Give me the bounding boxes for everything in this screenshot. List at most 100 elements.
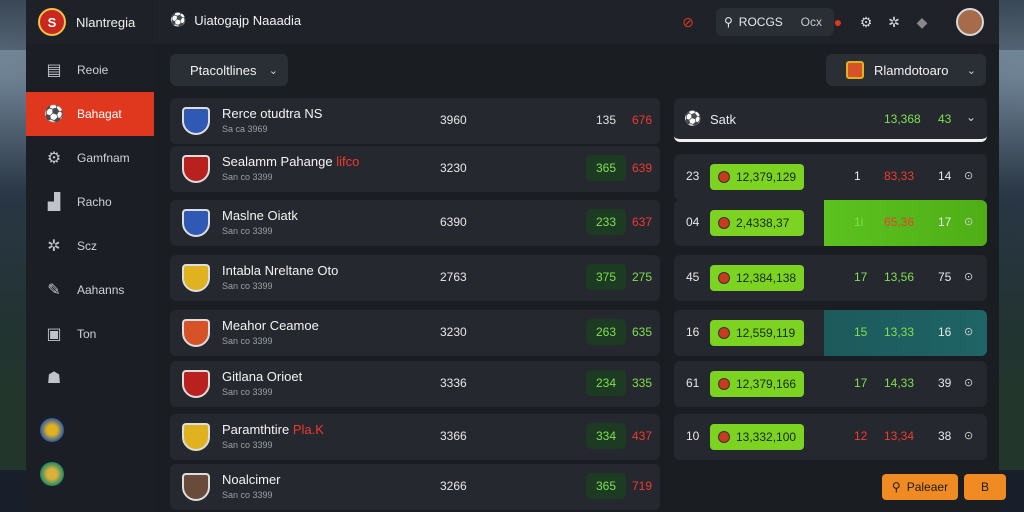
info-icon[interactable]: ⊙ (964, 429, 973, 442)
odd-home-button[interactable]: 233 (586, 209, 626, 235)
stats-pill-button[interactable]: 12,384,138 (710, 265, 804, 291)
sidebar-item-reoie[interactable]: ▤ Reoie (26, 48, 154, 92)
team-crest-icon (182, 155, 210, 183)
sidebar-item-racho[interactable]: ▟ Racho (26, 180, 154, 224)
sidebar-item-gamfnam[interactable]: ⚙ Gamfnam (26, 136, 154, 180)
info-icon[interactable]: ⊙ (964, 169, 973, 182)
trash-icon: ▣ (46, 326, 62, 343)
match-meta: San co 3399 (222, 172, 273, 182)
sidebar-item-label: Bahagat (77, 107, 122, 121)
right-filter-dropdown[interactable]: Rlamdotoaro ⌄ (826, 54, 986, 86)
stats-row[interactable]: 16 12,559,119 15 13,33 16 ⊙ (674, 310, 987, 356)
odd-away-button[interactable]: 676 (632, 113, 652, 127)
team-crest-icon (182, 107, 210, 135)
stats-pill-button[interactable]: 12,379,129 (710, 164, 804, 190)
notification-icon[interactable]: ● (828, 12, 848, 32)
stats-pill-value: 2,4338,37 (736, 216, 790, 230)
odd-away-button[interactable]: 437 (632, 429, 652, 443)
stats-pill-button[interactable]: 2,4338,37 (710, 210, 804, 236)
odd-home-button[interactable]: 234 (586, 370, 626, 396)
stats-rank: 45 (686, 270, 700, 284)
info-icon[interactable]: ⊙ (964, 376, 973, 389)
match-row[interactable]: Noalcimer San co 3399 3266 365 719 (170, 464, 660, 510)
odd-home-button[interactable]: 135 (586, 107, 626, 133)
stats-pill-value: 12,559,119 (736, 326, 796, 340)
gear-icon[interactable]: ✲ (884, 12, 904, 32)
match-row[interactable]: Gitlana Orioet San co 3399 3336 234 335 (170, 361, 660, 407)
odd-home-button[interactable]: 365 (586, 473, 626, 499)
odd-away-button[interactable]: 639 (632, 161, 652, 175)
odd-home-button[interactable]: 263 (586, 319, 626, 345)
avatar[interactable] (956, 8, 984, 36)
sidebar-item-bahagat[interactable]: ⚽ Bahagat (26, 92, 154, 136)
stats-col3: 38 (938, 429, 952, 443)
match-row[interactable]: Rerce otudtra NS Sa ca 3969 3960 135 676 (170, 98, 660, 144)
match-meta: Sa ca 3969 (222, 124, 268, 134)
secondary-button[interactable]: B (964, 474, 1006, 500)
left-filter-dropdown[interactable]: Ptacoltlines ⌄ (170, 54, 288, 86)
sidebar: S Nlantregia ▤ Reoie ⚽ Bahagat ⚙ Gamfnam… (26, 0, 154, 512)
info-icon[interactable]: ⊙ (964, 270, 973, 283)
team-name: Intabla Nreltane Oto (222, 263, 339, 278)
paleaer-button[interactable]: ⚲ Paleaer (882, 474, 958, 500)
stadium-light-left (0, 50, 28, 470)
match-row[interactable]: Paramthtire Pla.K San co 3399 3366 334 4… (170, 414, 660, 460)
sidebar-item-label: Reoie (77, 63, 109, 77)
match-row[interactable]: Meahor Ceamoe San co 3399 3230 263 635 (170, 310, 660, 356)
sidebar-item-aahanns[interactable]: ✎ Aahanns (26, 268, 154, 312)
odd-away-button[interactable]: 275 (632, 270, 652, 284)
search-shortcut: Ocx (800, 15, 822, 29)
stats-panel-header[interactable]: ⚽ Satk 13,368 43 ⌄ (674, 98, 987, 142)
chevron-down-icon: ⌄ (966, 110, 977, 124)
page-title-text: Uiatogajp Naaadia (194, 12, 302, 28)
team-crest-icon (182, 370, 210, 398)
stats-rank: 61 (686, 376, 700, 390)
sidebar-item-users[interactable]: ☗ (26, 356, 154, 400)
stats-row[interactable]: 04 2,4338,37 1i 65,36 17 ⊙ (674, 200, 987, 246)
odd-home-button[interactable]: 375 (586, 264, 626, 290)
search-input[interactable]: ⚲ ROCGS Ocx (716, 8, 834, 36)
team-crest-icon (182, 319, 210, 347)
odd-home-button[interactable]: 365 (586, 155, 626, 181)
odd-away-button[interactable]: 635 (632, 325, 652, 339)
stats-panel-title: Satk (710, 112, 737, 127)
stats-rank: 10 (686, 429, 700, 443)
brand[interactable]: S Nlantregia (26, 0, 154, 44)
ball-icon: ⚽ (684, 110, 702, 126)
sidebar-nav: ▤ Reoie ⚽ Bahagat ⚙ Gamfnam ▟ Racho ✲ Sc… (26, 48, 154, 400)
info-icon[interactable]: ⊙ (964, 215, 973, 228)
alert-icon[interactable]: ⊘ (678, 12, 698, 32)
info-icon[interactable]: ⊙ (964, 325, 973, 338)
match-score: 3960 (440, 113, 467, 127)
sidebar-item-scz[interactable]: ✲ Scz (26, 224, 154, 268)
stats-pill-button[interactable]: 12,559,119 (710, 320, 804, 346)
club-badge-icon[interactable] (40, 462, 64, 486)
match-row[interactable]: Maslne Oiatk San co 3399 6390 233 637 (170, 200, 660, 246)
left-filter-label: Ptacoltlines (190, 62, 257, 78)
match-row[interactable]: Sealamm Pahange lifco San co 3399 3230 3… (170, 146, 660, 192)
odd-away-button[interactable]: 719 (632, 479, 652, 493)
team-name: Rerce otudtra NS (222, 106, 323, 121)
odd-away-button[interactable]: 637 (632, 215, 652, 229)
match-score: 2763 (440, 270, 467, 284)
odd-home-button[interactable]: 334 (586, 423, 626, 449)
stats-row[interactable]: 23 12,379,129 1 83,33 14 ⊙ (674, 154, 987, 200)
stats-rank: 16 (686, 325, 700, 339)
match-row[interactable]: Intabla Nreltane Oto San co 3399 2763 37… (170, 255, 660, 301)
sidebar-item-ton[interactable]: ▣ Ton (26, 312, 154, 356)
stats-pill-button[interactable]: 12,379,166 (710, 371, 804, 397)
stats-pill-button[interactable]: 13,332,100 (710, 424, 804, 450)
stats-row[interactable]: 61 12,379,166 17 14,33 39 ⊙ (674, 361, 987, 407)
odd-away-button[interactable]: 335 (632, 376, 652, 390)
settings-icon[interactable]: ⚙ (856, 12, 876, 32)
stats-col1: 15 (854, 325, 868, 339)
diamond-icon[interactable]: ◆ (912, 12, 932, 32)
club-badge-icon[interactable] (40, 418, 64, 442)
sidebar-item-label: Gamfnam (77, 151, 130, 165)
stats-pill-value: 13,332,100 (736, 430, 797, 444)
stats-row[interactable]: 45 12,384,138 17 13,56 75 ⊙ (674, 255, 987, 301)
chevron-down-icon: ⌄ (966, 64, 976, 77)
stadium-light-right (996, 50, 1024, 470)
stats-row[interactable]: 10 13,332,100 12 13,34 38 ⊙ (674, 414, 987, 460)
team-crest-icon (182, 423, 210, 451)
